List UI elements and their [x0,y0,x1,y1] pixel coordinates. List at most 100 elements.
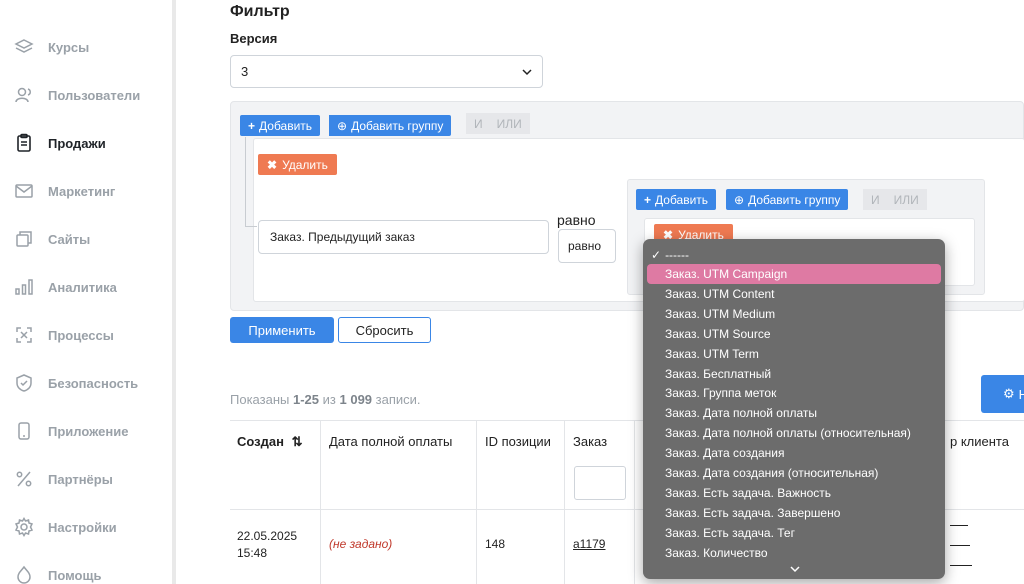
version-label: Версия [230,31,278,46]
dropdown-option[interactable]: Заказ. Дата полной оплаты [647,403,941,423]
phone-icon [14,421,34,441]
sidebar-item-label: Приложение [48,423,129,439]
sidebar: Курсы Пользователи Продажи Маркетинг Сай… [0,0,176,584]
dropdown-option[interactable]: Заказ. UTM Term [647,344,941,364]
bar-chart-icon [14,277,34,297]
sidebar-item-label: Безопасность [48,375,139,391]
table-settings-button[interactable]: ⚙ Н [981,375,1024,413]
column-divider [564,420,565,584]
tree-line [245,226,257,227]
column-divider [476,420,477,584]
dropdown-option[interactable]: Заказ. Группа меток [647,383,941,403]
sidebar-item-partners[interactable]: Партнёры [14,465,113,493]
sidebar-item-security[interactable]: Безопасность [14,369,138,397]
or-option[interactable]: ИЛИ [894,193,919,207]
sidebar-item-help[interactable]: Помощь [14,561,101,584]
client-link-partial[interactable] [950,558,972,566]
apply-button[interactable]: Применить [230,317,334,343]
client-link-partial[interactable] [950,538,970,546]
nested-and-or-toggle[interactable]: И ИЛИ [863,189,927,210]
sidebar-item-label: Помощь [48,567,102,583]
chevron-down-icon [522,68,532,75]
shield-icon [14,373,34,393]
records-summary: Показаны 1-25 из 1 099 записи. [230,392,421,407]
order-filter-input[interactable] [574,466,626,500]
dropdown-option[interactable]: Заказ. UTM Medium [647,304,941,324]
column-header-order[interactable]: Заказ [573,434,607,449]
dropdown-option[interactable]: Заказ. Дата создания (относительная) [647,463,941,483]
dropdown-option[interactable]: Заказ. Дата полной оплаты (относительная… [647,423,941,443]
cell-paid-date: (не задано) [329,537,393,551]
sidebar-item-sales[interactable]: Продажи [14,129,106,157]
delete-group-button[interactable]: ✖ Удалить [258,154,337,175]
sidebar-item-marketing[interactable]: Маркетинг [14,177,115,205]
column-header-paid-date[interactable]: Дата полной оплаты [329,434,452,449]
dropdown-option[interactable]: Заказ. Количество [647,543,941,563]
sidebar-item-label: Процессы [48,327,114,343]
nested-add-rule-button[interactable]: + Добавить [636,189,717,210]
sidebar-scrollbar[interactable] [172,0,176,584]
cell-created: 22.05.2025 15:48 [237,529,298,560]
mail-icon [14,181,34,201]
tree-line [245,137,246,227]
field-dropdown-menu[interactable]: ✓ ------ Заказ. UTM Campaign Заказ. UTM C… [643,239,945,579]
column-divider [320,420,321,584]
sidebar-item-settings[interactable]: Настройки [14,513,117,541]
dropdown-option[interactable]: Заказ. Есть задача. Тег [647,523,941,543]
order-link[interactable]: a1179 [573,537,605,551]
chevron-down-icon[interactable] [789,563,801,575]
nested-add-group-button[interactable]: ⊕ Добавить группу [726,189,849,210]
and-or-toggle[interactable]: И ИЛИ [466,113,530,134]
rule-field-select[interactable]: Заказ. Предыдущий заказ [258,220,549,254]
sidebar-item-label: Пользователи [48,87,141,103]
sidebar-item-analytics[interactable]: Аналитика [14,273,117,301]
percent-icon [14,469,34,489]
sidebar-item-label: Продажи [48,135,106,151]
dropdown-option[interactable]: Заказ. UTM Campaign [647,264,941,284]
version-select[interactable]: 3 [230,55,543,88]
column-header-client[interactable]: р клиента [950,434,1009,449]
version-value: 3 [241,64,249,79]
filter-title: Фильтр [230,3,290,20]
reset-button[interactable]: Сбросить [338,317,431,343]
dropdown-option[interactable]: Заказ. UTM Source [647,324,941,344]
sidebar-item-processes[interactable]: Процессы [14,321,114,349]
plus-circle-icon: ⊕ [337,118,348,133]
client-link-partial[interactable] [950,518,968,526]
dropdown-option[interactable]: Заказ. Есть задача. Важность [647,483,941,503]
add-group-button[interactable]: ⊕ Добавить группу [329,115,452,136]
clipboard-icon [14,133,34,153]
add-rule-button[interactable]: + Добавить [240,115,321,136]
process-icon [14,325,34,345]
gear-icon: ⚙ [1003,386,1015,401]
windows-icon [14,229,34,249]
or-option[interactable]: ИЛИ [497,117,522,131]
plus-icon: + [644,192,652,207]
sidebar-item-app[interactable]: Приложение [14,417,128,445]
dropdown-option[interactable]: Заказ. UTM Content [647,284,941,304]
sidebar-item-label: Маркетинг [48,183,116,199]
cell-position-id: 148 [485,537,506,551]
dropdown-option-empty[interactable]: ✓ ------ [647,245,941,265]
dropdown-option[interactable]: Заказ. Дата создания [647,443,941,463]
sidebar-item-courses[interactable]: Курсы [14,33,89,61]
sort-icon[interactable]: ⇅ [292,434,303,449]
gear-icon [14,517,34,537]
sidebar-item-users[interactable]: Пользователи [14,81,140,109]
dropdown-option[interactable]: Заказ. Есть задача. Завершено [647,503,941,523]
column-header-position-id[interactable]: ID позиции [485,434,551,449]
close-icon: ✖ [267,157,278,172]
dropdown-option[interactable]: Заказ. Бесплатный [647,364,941,384]
and-option[interactable]: И [871,193,880,207]
sidebar-item-label: Партнёры [48,471,113,487]
column-header-created[interactable]: Создан ⇅ [237,434,303,450]
plus-circle-icon: ⊕ [734,192,745,207]
column-divider [634,420,635,584]
operator-select[interactable]: равно [558,229,616,263]
and-option[interactable]: И [474,117,483,131]
sidebar-item-sites[interactable]: Сайты [14,225,90,253]
sidebar-item-label: Настройки [48,519,117,535]
layers-icon [14,37,34,57]
sidebar-item-label: Сайты [48,231,91,247]
sidebar-item-label: Аналитика [48,279,117,295]
